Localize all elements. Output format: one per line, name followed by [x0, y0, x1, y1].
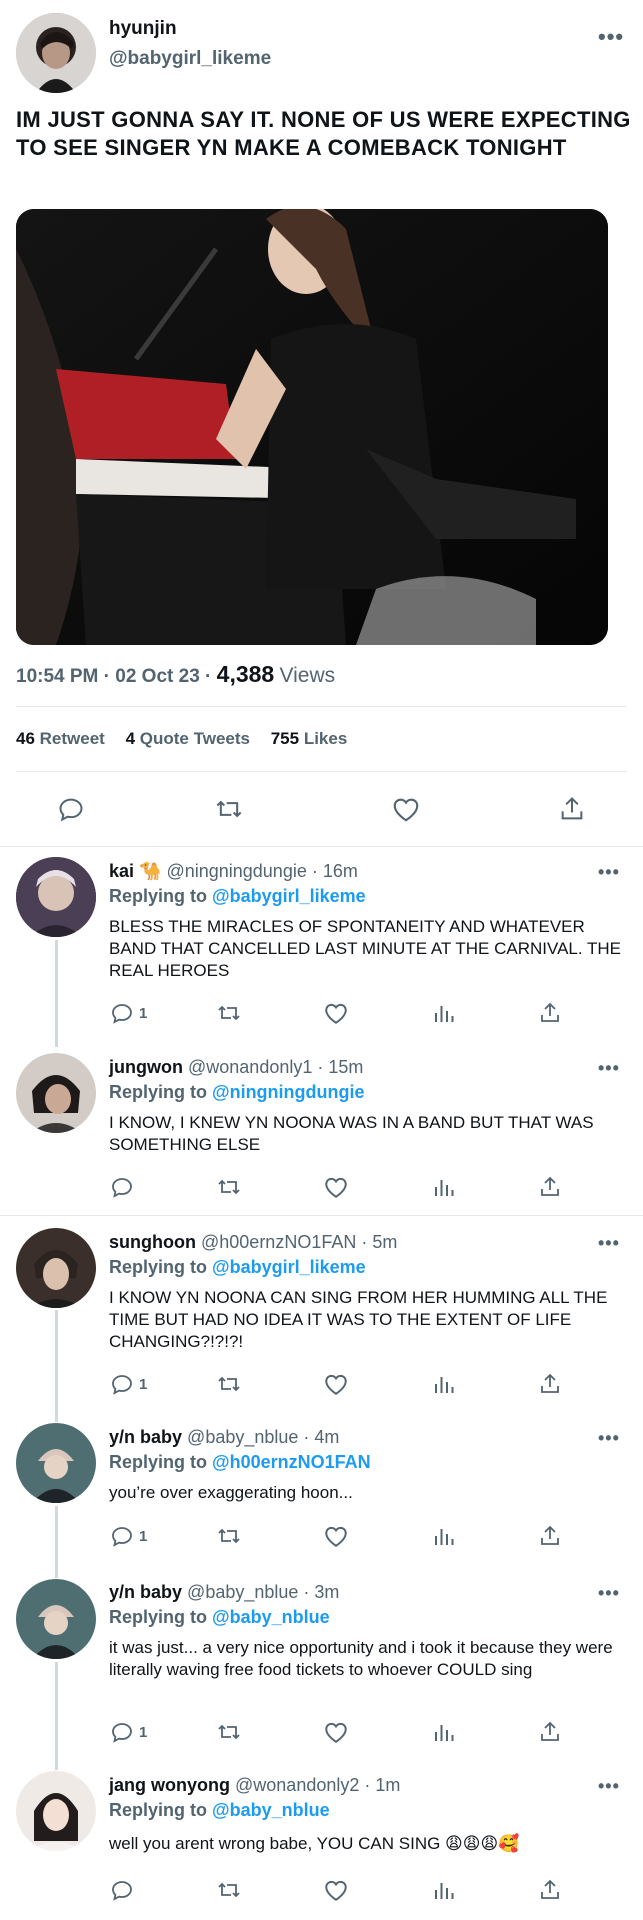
retweet-icon[interactable] [215, 795, 243, 823]
views-icon[interactable] [432, 1001, 456, 1025]
mention-link[interactable]: @babygirl_likeme [212, 1257, 366, 1277]
more-icon[interactable]: ••• [598, 1583, 620, 1604]
more-icon[interactable]: ••• [598, 1233, 620, 1254]
reply-count: 1 [139, 1528, 148, 1545]
reply-author[interactable]: jang wonyong @wonandonly2 · 1m [109, 1775, 400, 1796]
avatar[interactable] [16, 1771, 96, 1851]
replying-to: Replying to @ningningdungie [109, 1082, 365, 1102]
reply-author[interactable]: kai 🐪 @ningningdungie · 16m [109, 861, 358, 882]
retweet-icon[interactable] [216, 1372, 242, 1396]
more-icon[interactable]: ••• [598, 24, 624, 50]
mention-link[interactable]: @babygirl_likeme [212, 886, 366, 906]
reply-author[interactable]: y/n baby @baby_nblue · 4m [109, 1427, 339, 1448]
reply-count: 1 [139, 1724, 148, 1741]
mention-link[interactable]: @h00ernzNO1FAN [212, 1452, 371, 1472]
avatar[interactable] [16, 1228, 96, 1308]
reply-text: well you arent wrong babe, YOU CAN SING … [109, 1834, 520, 1853]
reply-text: it was just... a very nice opportunity a… [109, 1638, 613, 1679]
replying-to: Replying to @h00ernzNO1FAN [109, 1452, 371, 1472]
replying-to: Replying to @baby_nblue [109, 1800, 330, 1820]
reply-icon[interactable] [110, 1720, 134, 1744]
reply-icon[interactable] [110, 1372, 134, 1396]
retweet-icon[interactable] [216, 1001, 242, 1025]
avatar[interactable] [16, 1423, 96, 1503]
like-icon[interactable] [323, 1720, 349, 1744]
replying-to: Replying to @baby_nblue [109, 1607, 330, 1627]
views-icon[interactable] [432, 1524, 456, 1548]
replying-to: Replying to @babygirl_likeme [109, 1257, 366, 1277]
share-icon[interactable] [538, 1720, 562, 1744]
share-icon[interactable] [538, 1878, 562, 1902]
author-avatar[interactable] [16, 13, 96, 93]
views-icon[interactable] [432, 1878, 456, 1902]
retweet-icon[interactable] [216, 1878, 242, 1902]
views-icon[interactable] [432, 1175, 456, 1199]
retweets-stat[interactable]: 46 Retweet [16, 729, 105, 748]
reply-author[interactable]: sunghoon @h00ernzNO1FAN · 5m [109, 1232, 397, 1253]
share-icon[interactable] [558, 795, 586, 823]
tweet-text: IM JUST GONNA SAY IT. NONE OF US WERE EX… [16, 107, 631, 160]
like-icon[interactable] [323, 1372, 349, 1396]
replying-to: Replying to @babygirl_likeme [109, 886, 366, 906]
retweet-icon[interactable] [216, 1175, 242, 1199]
share-icon[interactable] [538, 1524, 562, 1548]
views-count: 4,388 [216, 661, 275, 687]
more-icon[interactable]: ••• [598, 1428, 620, 1449]
retweet-icon[interactable] [216, 1524, 242, 1548]
divider [0, 846, 643, 847]
reply-text: you’re over exaggerating hoon... [109, 1483, 353, 1502]
share-icon[interactable] [538, 1175, 562, 1199]
reply-icon[interactable] [110, 1524, 134, 1548]
like-icon[interactable] [323, 1175, 349, 1199]
avatar[interactable] [16, 857, 96, 937]
reply-icon[interactable] [57, 795, 85, 823]
mention-link[interactable]: @baby_nblue [212, 1607, 330, 1627]
reply-author[interactable]: jungwon @wonandonly1 · 15m [109, 1057, 363, 1078]
mention-link[interactable]: @baby_nblue [212, 1800, 330, 1820]
more-icon[interactable]: ••• [598, 1058, 620, 1079]
tweet-photo[interactable] [16, 209, 608, 645]
divider [16, 706, 627, 707]
thread-line [55, 1662, 58, 1770]
author-name[interactable]: hyunjin [109, 18, 177, 40]
retweet-icon[interactable] [216, 1720, 242, 1744]
like-icon[interactable] [323, 1001, 349, 1025]
share-icon[interactable] [538, 1372, 562, 1396]
avatar[interactable] [16, 1053, 96, 1133]
reply-icon[interactable] [110, 1001, 134, 1025]
like-icon[interactable] [323, 1878, 349, 1902]
share-icon[interactable] [538, 1001, 562, 1025]
thread-line [55, 1310, 58, 1422]
like-icon[interactable] [323, 1524, 349, 1548]
views-icon[interactable] [432, 1720, 456, 1744]
mention-link[interactable]: @ningningdungie [212, 1082, 365, 1102]
thread-line [55, 940, 58, 1047]
tweet-time: 10:54 PM · 02 Oct 23 · [16, 666, 212, 687]
reply-author[interactable]: y/n baby @baby_nblue · 3m [109, 1582, 339, 1603]
reply-count: 1 [139, 1376, 148, 1393]
thread-line [55, 1506, 58, 1578]
author-handle[interactable]: @babygirl_likeme [109, 48, 271, 70]
reply-count: 1 [139, 1005, 148, 1022]
like-icon[interactable] [391, 795, 421, 823]
reply-text: I KNOW, I KNEW YN NOONA WAS IN A BAND BU… [109, 1113, 594, 1154]
more-icon[interactable]: ••• [598, 862, 620, 883]
views-icon[interactable] [432, 1372, 456, 1396]
divider [0, 1215, 643, 1216]
divider [16, 771, 627, 772]
avatar[interactable] [16, 1579, 96, 1659]
engagement-stats: 46 Retweet 4 Quote Tweets 755 Likes [16, 729, 363, 749]
tweet-meta: 10:54 PM · 02 Oct 23 · 4,388 Views [16, 661, 335, 688]
reply-icon[interactable] [110, 1175, 134, 1199]
reply-icon[interactable] [110, 1878, 134, 1902]
likes-stat[interactable]: 755 Likes [271, 729, 348, 748]
more-icon[interactable]: ••• [598, 1776, 620, 1797]
views-label: Views [279, 664, 336, 687]
quotes-stat[interactable]: 4 Quote Tweets [126, 729, 250, 748]
reply-text: BLESS THE MIRACLES OF SPONTANEITY AND WH… [109, 917, 622, 980]
reply-text: I KNOW YN NOONA CAN SING FROM HER HUMMIN… [109, 1288, 608, 1351]
